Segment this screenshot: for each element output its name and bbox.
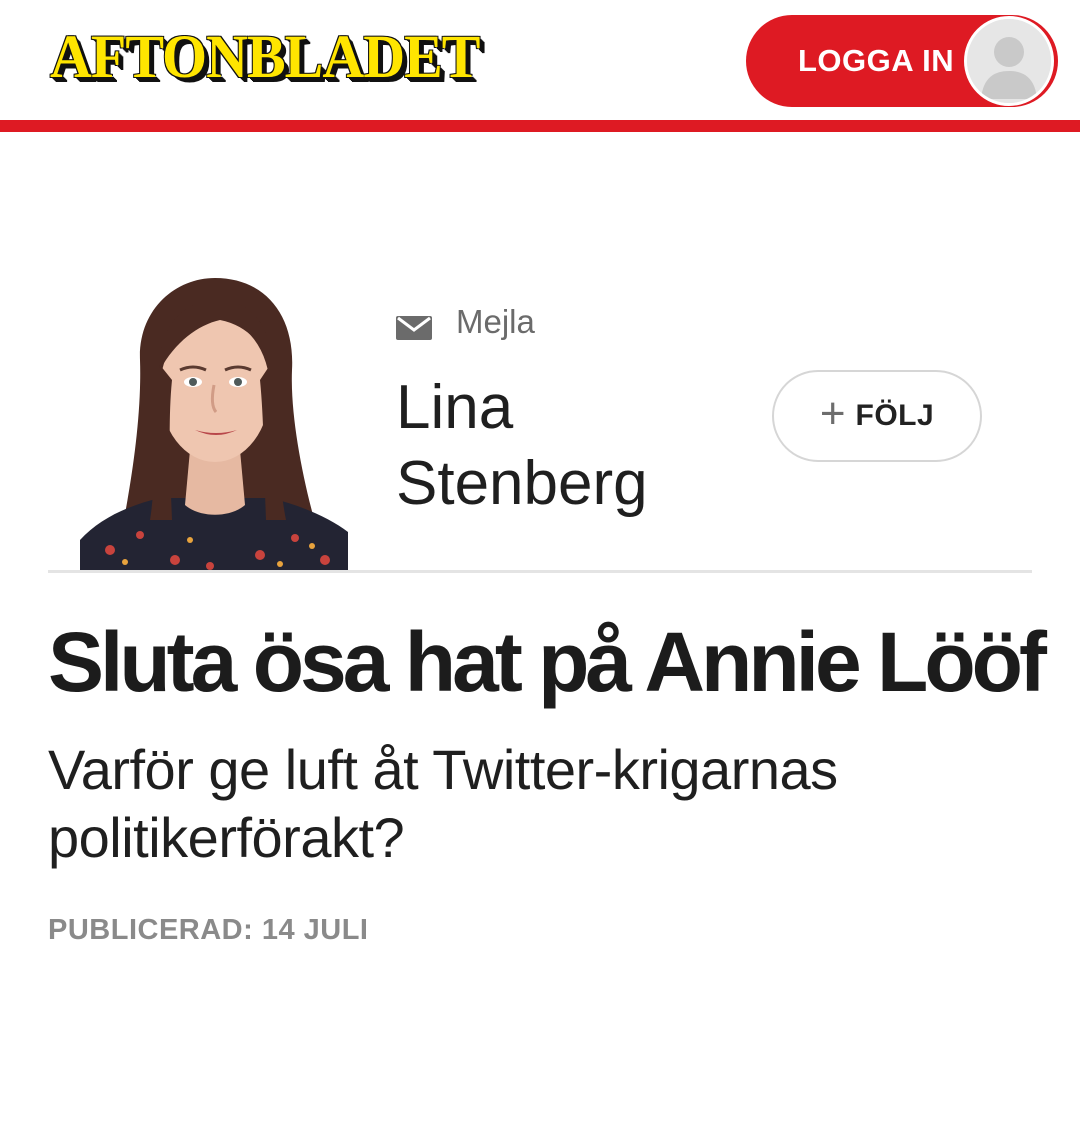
mail-label: Mejla (456, 303, 535, 340)
logo-text: AFTONBLADET (50, 22, 480, 91)
author-first-name: Lina (396, 373, 514, 442)
article-headline: Sluta ösa hat på Annie Lööf (48, 615, 1047, 709)
author-name[interactable]: Lina Stenberg (396, 370, 736, 522)
author-last-name: Stenberg (396, 449, 648, 518)
follow-label: FÖLJ (855, 399, 935, 432)
mail-author-link[interactable]: Mejla (396, 300, 535, 344)
publish-date: PUBLICERAD: 14 JULI (48, 914, 369, 946)
login-label: LOGGA IN (798, 43, 955, 78)
site-header: AFTONBLADET LOGGA IN (0, 0, 1080, 120)
plus-icon: + (819, 389, 846, 438)
article-subheadline: Varför ge luft åt Twitter-krigarnas poli… (48, 738, 838, 869)
follow-button[interactable]: + FÖLJ (772, 370, 982, 462)
author-divider (48, 570, 1032, 573)
login-button[interactable]: LOGGA IN (746, 15, 1058, 107)
header-red-rule (0, 120, 1080, 132)
user-avatar-icon[interactable] (964, 16, 1054, 106)
aftonbladet-logo[interactable]: AFTONBLADET (50, 22, 480, 92)
author-photo (80, 270, 348, 570)
envelope-icon (396, 310, 432, 340)
